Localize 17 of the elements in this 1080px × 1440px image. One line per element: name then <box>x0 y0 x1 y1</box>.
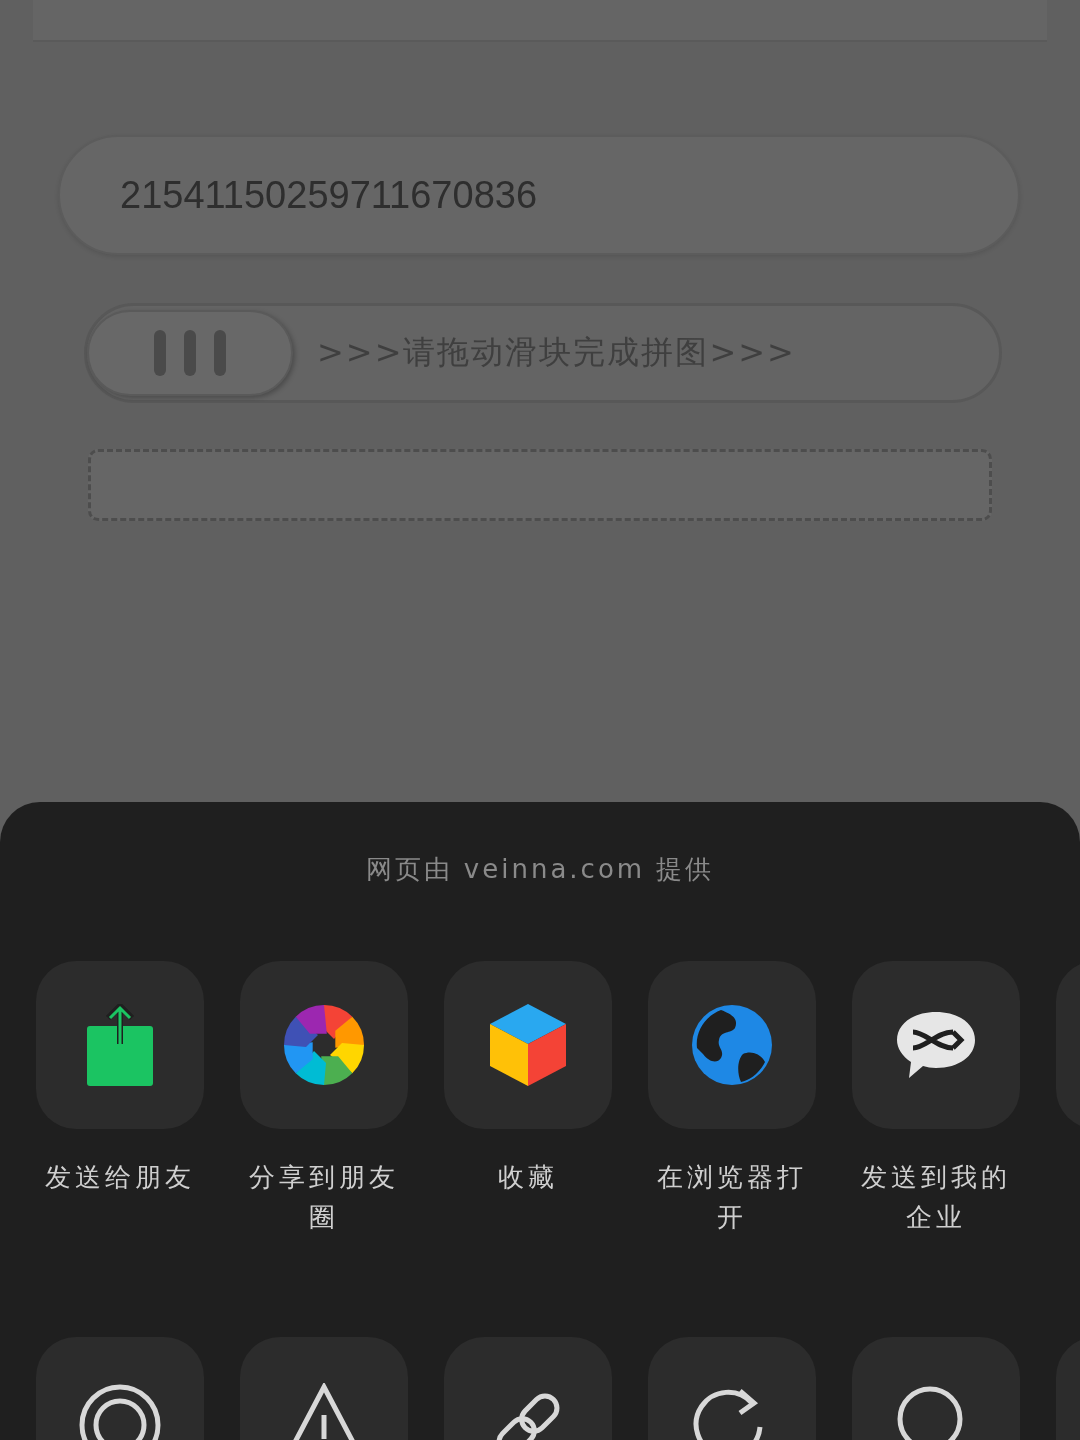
aperture-icon <box>283 1004 365 1086</box>
action-label[interactable]: 在浏览器打开 <box>648 1157 816 1237</box>
action-label[interactable]: 发送给朋友 <box>36 1157 204 1197</box>
action-tile[interactable] <box>36 961 204 1129</box>
action-label[interactable]: 收藏 <box>444 1157 612 1197</box>
slider-handle[interactable] <box>87 310 293 396</box>
action-label[interactable]: 发送到我的企业 <box>852 1157 1020 1237</box>
action-tile[interactable] <box>852 961 1020 1129</box>
action-tile[interactable] <box>240 961 408 1129</box>
cube-icon <box>490 1004 566 1086</box>
globe-icon <box>691 1004 773 1086</box>
share-icon <box>87 1004 153 1086</box>
provider-text: 网页由 veinna.com 提供 <box>365 853 715 886</box>
action-tile[interactable] <box>444 961 612 1129</box>
action-tile[interactable] <box>648 961 816 1129</box>
chat-bubble-icon <box>895 1010 977 1080</box>
action-label[interactable]: 分享到朋友圈 <box>240 1157 408 1237</box>
